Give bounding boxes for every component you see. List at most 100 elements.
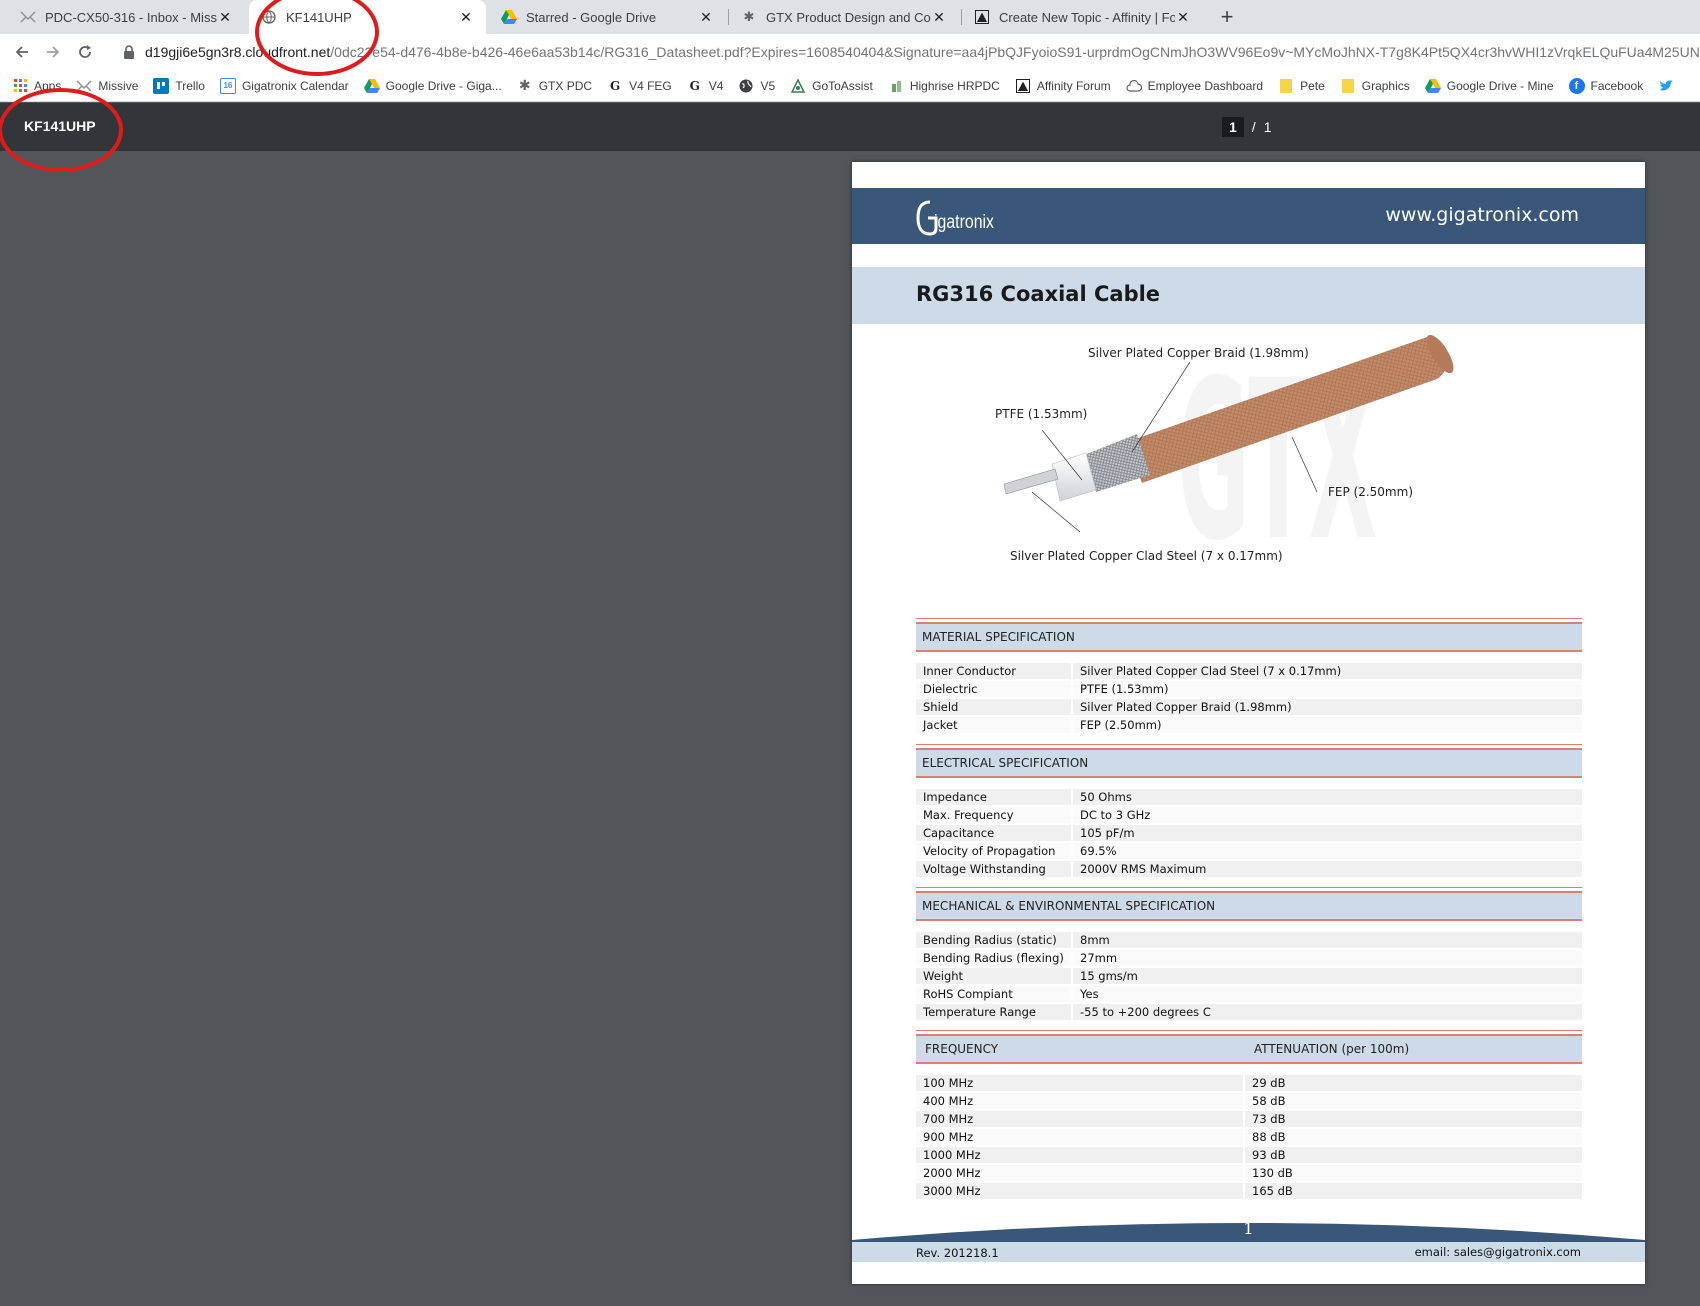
bookmark-apps[interactable]: Apps [12, 78, 61, 94]
section-heading: MECHANICAL & ENVIRONMENTAL SPECIFICATION [916, 887, 1582, 921]
tab-close-icon[interactable]: ✕ [931, 9, 947, 26]
bookmark-label: V4 FEG [629, 78, 672, 93]
tab-starred-google-drive[interactable]: Starred - Google Drive ✕ [489, 0, 726, 34]
new-tab-button[interactable]: + [1212, 2, 1242, 32]
spec-row: Max. Frequency DC to 3 GHz [916, 806, 1582, 824]
tab-affinity-forum[interactable]: Create New Topic - Affinity | Forum ✕ [962, 0, 1203, 34]
spec-key: Voltage Withstanding [916, 861, 1071, 877]
bookmark-v4-feg[interactable]: G V4 FEG [607, 78, 672, 94]
tab-close-icon[interactable]: ✕ [458, 9, 474, 26]
pdf-page: igatronix www.gigatronix.com RG316 Coaxi… [852, 162, 1645, 1284]
tab-gtx-product-design[interactable]: ✱ GTX Product Design and Control ✕ [729, 0, 959, 34]
spec-value: Silver Plated Copper Clad Steel (7 x 0.1… [1073, 663, 1582, 679]
bookmark-label: Trello [175, 78, 205, 93]
missive-icon [20, 9, 36, 25]
callout-braid: Silver Plated Copper Braid (1.98mm) [1088, 346, 1309, 360]
frequency-cell: 1000 MHz [916, 1147, 1243, 1163]
callout-fep: FEP (2.50mm) [1328, 485, 1413, 499]
bookmark-gotoassist[interactable]: GoToAssist [790, 78, 873, 94]
bookmark-trello[interactable]: Trello [153, 77, 205, 94]
folder-icon [1278, 78, 1294, 94]
pdf-toolbar: KF141UHP 1 / 1 [0, 103, 1700, 151]
tab-close-icon[interactable]: ✕ [217, 9, 233, 26]
forward-button[interactable] [39, 38, 67, 66]
bookmark-google-drive-giga[interactable]: Google Drive - Giga... [363, 78, 502, 94]
tab-title: PDC-CX50-316 - Inbox - Missive [45, 9, 217, 25]
globe-icon [261, 9, 277, 25]
spec-key: Impedance [916, 789, 1071, 805]
bookmark-v4[interactable]: G V4 [687, 78, 724, 94]
tab-missive-inbox[interactable]: PDC-CX50-316 - Inbox - Missive ✕ [8, 0, 245, 34]
bookmark-gigatronix-calendar[interactable]: 16 Gigatronix Calendar [219, 77, 349, 94]
spec-value: 50 Ohms [1073, 789, 1582, 805]
attenuation-header: FREQUENCY ATTENUATION (per 100m) [916, 1030, 1582, 1064]
email-contact: email: sales@gigatronix.com [1414, 1245, 1581, 1259]
bookmark-missive[interactable]: Missive [76, 78, 138, 94]
google-drive-icon [501, 9, 517, 25]
bookmark-label: Gigatronix Calendar [241, 78, 349, 93]
frequency-cell: 900 MHz [916, 1129, 1243, 1145]
spec-row: Temperature Range -55 to +200 degrees C [916, 1003, 1582, 1021]
address-bar[interactable]: d19gji6e5gn3r8.cloudfront.net/0dc2?e54-d… [110, 38, 1700, 66]
spec-key: Capacitance [916, 825, 1071, 841]
footer-strip: Rev. 201218.1 email: sales@gigatronix.co… [852, 1242, 1645, 1262]
reload-button[interactable] [71, 38, 99, 66]
back-button[interactable] [8, 38, 36, 66]
calendar-icon: 16 [219, 77, 236, 94]
bookmark-graphics[interactable]: Graphics [1340, 78, 1410, 94]
url-host: d19gji6e5gn3r8.cloudfront.net [145, 44, 331, 60]
attenuation-row: 100 MHz 29 dB [916, 1074, 1582, 1092]
tab-close-icon[interactable]: ✕ [698, 9, 714, 26]
asterisk-icon: ✱ [518, 77, 531, 93]
bookmark-twitter[interactable] [1658, 78, 1680, 94]
tab-title: KF141UHP [286, 9, 352, 25]
apps-grid-icon [12, 78, 28, 94]
trello-icon [153, 77, 170, 94]
bookmark-label: GTX PDC [538, 78, 593, 93]
page-footer-number: 1 [1243, 1219, 1254, 1238]
attenuation-cell: 29 dB [1245, 1075, 1582, 1091]
bookmark-v5[interactable]: V5 [738, 78, 775, 94]
bookmark-facebook[interactable]: f Facebook [1568, 77, 1644, 94]
gotoassist-icon [790, 78, 806, 94]
tab-kf141uhp[interactable]: KF141UHP ✕ [249, 0, 486, 34]
bookmark-label: Google Drive - Mine [1446, 78, 1554, 93]
tab-title: GTX Product Design and Control [766, 9, 931, 25]
bookmark-label: V5 [760, 78, 776, 93]
tab-close-icon[interactable]: ✕ [1175, 9, 1191, 26]
facebook-icon: f [1568, 77, 1585, 94]
attenuation-cell: 58 dB [1245, 1093, 1582, 1109]
g-logo-icon: G [689, 78, 700, 93]
spec-value: PTFE (1.53mm) [1073, 681, 1582, 697]
current-page-input[interactable]: 1 [1222, 117, 1244, 137]
bookmark-label: Missive [98, 78, 139, 93]
spec-value: 15 gms/m [1073, 968, 1582, 984]
bookmark-affinity-forum[interactable]: Affinity Forum [1015, 78, 1111, 94]
bookmark-highrise-hrpdc[interactable]: Highrise HRPDC [888, 78, 1000, 94]
url-path: /0dc2?e54-d476-4b8e-b426-46e6aa53b14c/RG… [330, 44, 1700, 60]
bookmark-label: Google Drive - Giga... [385, 78, 502, 93]
frequency-cell: 2000 MHz [916, 1165, 1243, 1181]
spec-key: Max. Frequency [916, 807, 1071, 823]
spec-key: Bending Radius (static) [916, 932, 1071, 948]
spec-value: 8mm [1073, 932, 1582, 948]
bookmark-label: Employee Dashboard [1147, 78, 1264, 93]
cable-diagram: GTX Silver Plated Copper Braid (1.98mm) … [852, 332, 1645, 589]
bookmark-pete[interactable]: Pete [1278, 78, 1325, 94]
spec-key: Shield [916, 699, 1071, 715]
bookmark-gtx-pdc[interactable]: ✱ GTX PDC [517, 77, 593, 94]
spec-key: Weight [916, 968, 1071, 984]
cloud-icon [1126, 78, 1142, 94]
revision-text: Rev. 201218.1 [916, 1246, 999, 1260]
electrical-specification: ELECTRICAL SPECIFICATION Impedance 50 Ohm… [916, 744, 1582, 878]
bookmark-label: Facebook [1590, 78, 1644, 93]
cable-conductor [1003, 468, 1059, 495]
bookmark-google-drive-mine[interactable]: Google Drive - Mine [1424, 78, 1554, 94]
bookmark-employee-dashboard[interactable]: Employee Dashboard [1126, 78, 1263, 94]
document-title: RG316 Coaxial Cable [916, 282, 1161, 306]
gigatronix-logo: igatronix [916, 200, 994, 236]
spec-row: Capacitance 105 pF/m [916, 824, 1582, 842]
attenuation-table: FREQUENCY ATTENUATION (per 100m) 100 MHz… [916, 1030, 1582, 1200]
spec-row: Velocity of Propagation 69.5% [916, 842, 1582, 860]
spec-row: Voltage Withstanding 2000V RMS Maximum [916, 860, 1582, 878]
